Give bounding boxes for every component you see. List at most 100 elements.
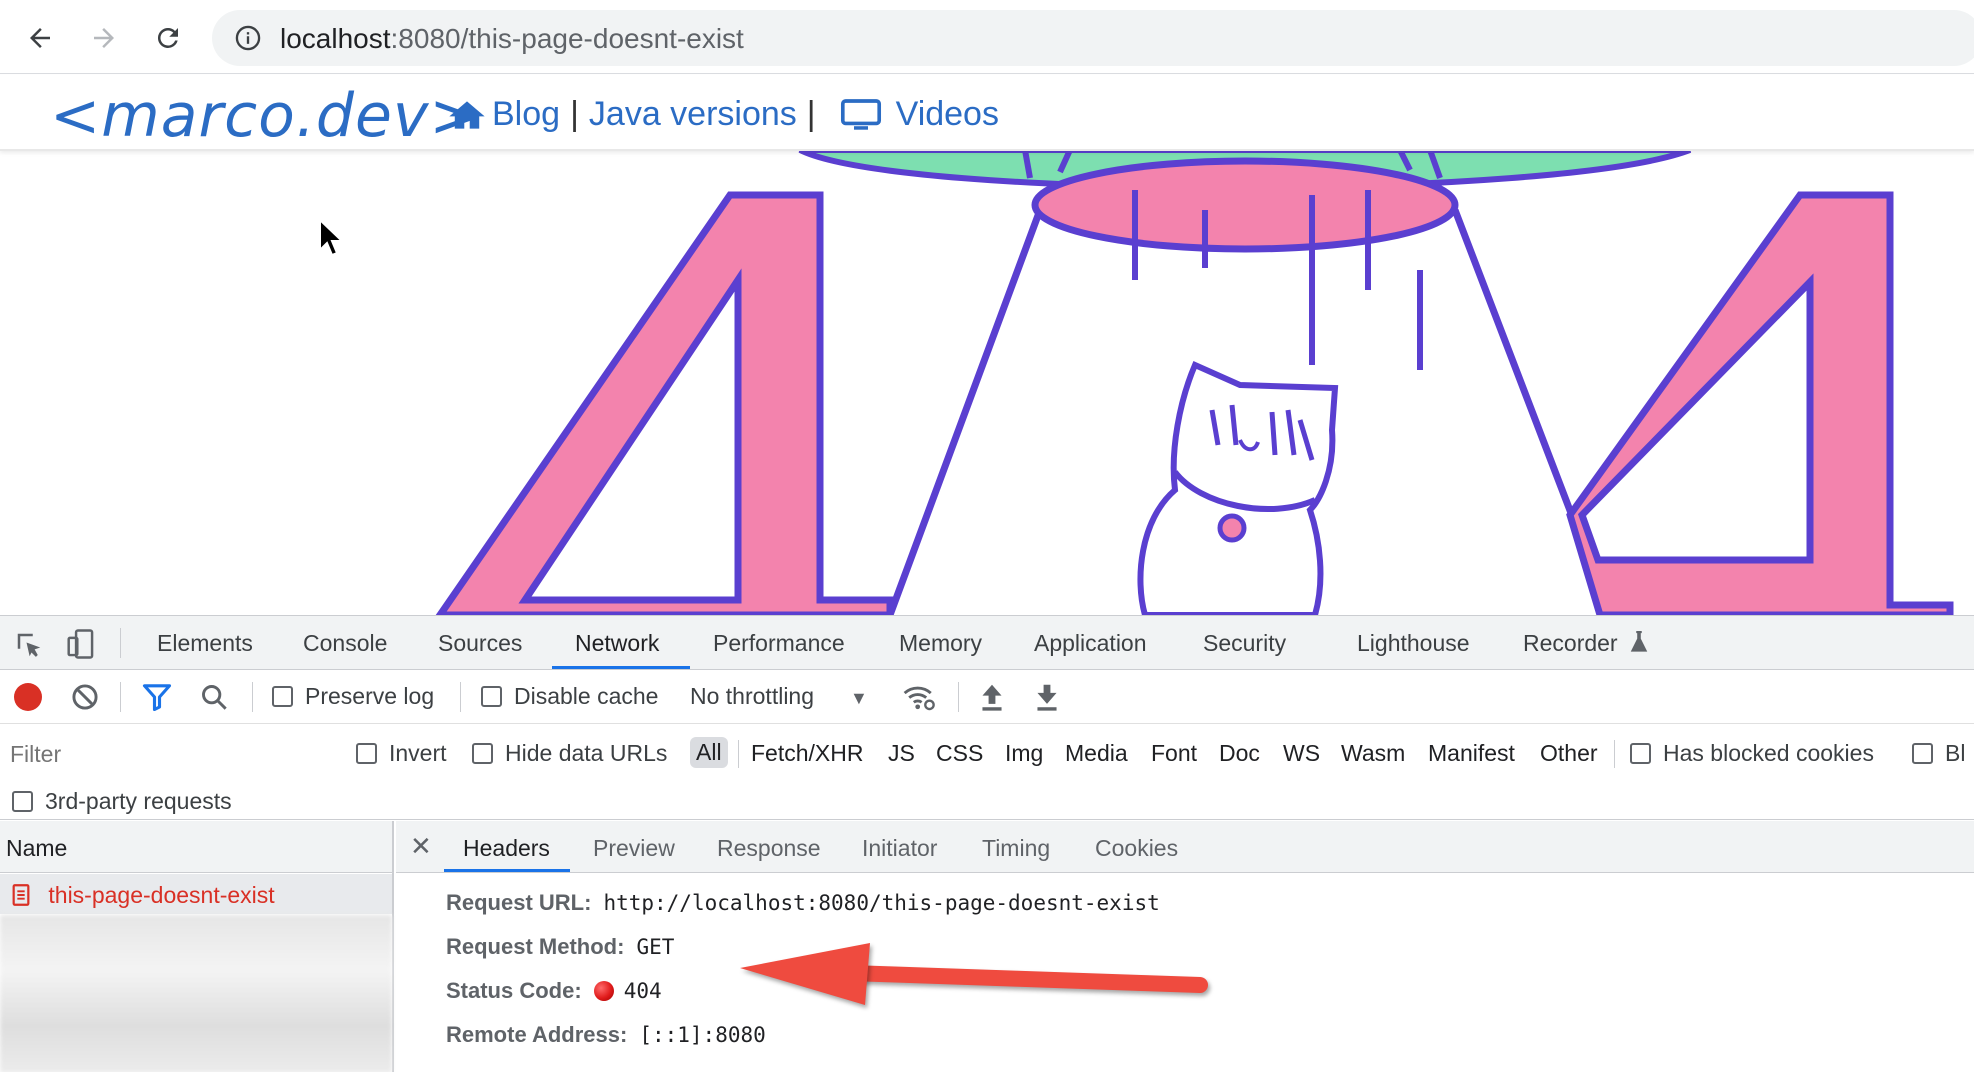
back-arrow-icon bbox=[30, 28, 50, 48]
request-method-value: GET bbox=[636, 935, 675, 959]
disable-cache-label: Disable cache bbox=[514, 683, 659, 709]
divider bbox=[738, 740, 739, 768]
filter-type-other[interactable]: Other bbox=[1540, 740, 1598, 767]
third-party-checkbox[interactable]: 3rd-party requests bbox=[12, 788, 232, 815]
status-error-icon bbox=[593, 981, 614, 1001]
inspect-element-icon[interactable] bbox=[14, 630, 44, 665]
filter-type-wasm[interactable]: Wasm bbox=[1341, 740, 1405, 767]
header-request-method: Request Method: GET bbox=[446, 934, 674, 960]
divider bbox=[958, 682, 959, 712]
tab-lighthouse[interactable]: Lighthouse bbox=[1357, 630, 1470, 657]
tab-recorder[interactable]: Recorder bbox=[1523, 630, 1648, 657]
nav-blog-label: Blog bbox=[492, 95, 561, 133]
tab-recorder-label: Recorder bbox=[1523, 630, 1618, 656]
nav-videos-link[interactable]: Videos bbox=[840, 95, 999, 134]
network-filter-bar: Invert Hide data URLs All Fetch/XHR JS C… bbox=[0, 724, 1974, 820]
tab-initiator[interactable]: Initiator bbox=[862, 835, 937, 862]
tab-timing[interactable]: Timing bbox=[982, 835, 1050, 862]
status-code-label: Status Code: bbox=[446, 978, 582, 1003]
address-bar[interactable]: localhost:8080/this-page-doesnt-exist bbox=[212, 10, 1974, 66]
monitor-icon bbox=[840, 98, 881, 130]
name-column-header[interactable]: Name bbox=[0, 821, 392, 873]
import-har-icon[interactable] bbox=[978, 682, 1006, 717]
throttling-select[interactable]: No throttling ▼ bbox=[690, 683, 868, 710]
error-404-illustration bbox=[0, 150, 1974, 615]
filter-type-img[interactable]: Img bbox=[1005, 740, 1043, 767]
divider bbox=[1614, 740, 1615, 768]
remote-address-value: [::1]:8080 bbox=[639, 1023, 766, 1047]
tab-sources[interactable]: Sources bbox=[438, 630, 522, 657]
filter-type-all[interactable]: All bbox=[690, 737, 728, 768]
header-request-url: Request URL: http://localhost:8080/this-… bbox=[446, 890, 1160, 916]
network-toolbar: Preserve log Disable cache No throttling… bbox=[0, 670, 1974, 724]
filter-type-doc[interactable]: Doc bbox=[1219, 740, 1260, 767]
tab-memory[interactable]: Memory bbox=[899, 630, 982, 657]
nav-java-versions-link[interactable]: Java versions bbox=[589, 95, 797, 134]
nav-separator: | bbox=[806, 95, 816, 133]
third-party-label: 3rd-party requests bbox=[45, 788, 232, 814]
has-blocked-cookies-checkbox[interactable]: Has blocked cookies bbox=[1630, 740, 1874, 767]
request-url-label: Request URL: bbox=[446, 890, 592, 915]
filter-type-js[interactable]: JS bbox=[888, 740, 915, 767]
back-button[interactable] bbox=[14, 12, 66, 64]
tab-elements[interactable]: Elements bbox=[157, 630, 253, 657]
tab-performance[interactable]: Performance bbox=[713, 630, 845, 657]
has-blocked-cookies-label: Has blocked cookies bbox=[1663, 740, 1874, 766]
flask-icon bbox=[1630, 631, 1648, 652]
hide-data-urls-checkbox[interactable]: Hide data URLs bbox=[472, 740, 667, 767]
invert-checkbox[interactable]: Invert bbox=[356, 740, 447, 767]
tab-preview[interactable]: Preview bbox=[593, 835, 675, 862]
tab-cookies[interactable]: Cookies bbox=[1095, 835, 1178, 862]
site-nav: Blog | Java versions | Videos bbox=[448, 95, 999, 134]
forward-button[interactable] bbox=[78, 12, 130, 64]
reload-icon bbox=[157, 27, 178, 48]
remote-address-label: Remote Address: bbox=[446, 1022, 628, 1047]
url-path: :8080/this-page-doesnt-exist bbox=[390, 23, 744, 54]
request-list: Name this-page-doesnt-exist bbox=[0, 821, 394, 1072]
record-button[interactable] bbox=[14, 683, 42, 711]
filter-type-manifest[interactable]: Manifest bbox=[1428, 740, 1515, 767]
filter-type-fetch-xhr[interactable]: Fetch/XHR bbox=[751, 740, 863, 767]
blocked-requests-checkbox[interactable]: Bl bbox=[1912, 740, 1965, 767]
preserve-log-checkbox[interactable]: Preserve log bbox=[272, 683, 434, 710]
request-url-value: http://localhost:8080/this-page-doesnt-e… bbox=[603, 891, 1160, 915]
home-icon bbox=[449, 100, 485, 129]
browser-toolbar: localhost:8080/this-page-doesnt-exist bbox=[0, 0, 1974, 74]
cat-drawing bbox=[1137, 361, 1339, 615]
request-row[interactable]: this-page-doesnt-exist bbox=[0, 874, 392, 914]
active-detail-tab-indicator bbox=[444, 869, 570, 872]
filter-type-font[interactable]: Font bbox=[1151, 740, 1197, 767]
site-info-icon[interactable] bbox=[234, 24, 262, 57]
filter-input[interactable] bbox=[4, 736, 330, 772]
site-logo[interactable]: <marco.dev> bbox=[50, 81, 481, 151]
filter-funnel-icon[interactable] bbox=[142, 683, 172, 716]
header-remote-address: Remote Address: [::1]:8080 bbox=[446, 1022, 766, 1048]
search-icon[interactable] bbox=[200, 683, 228, 716]
export-har-icon[interactable] bbox=[1033, 682, 1061, 717]
forward-arrow-icon bbox=[94, 28, 114, 48]
device-toolbar-icon[interactable] bbox=[66, 628, 96, 665]
chevron-down-icon: ▼ bbox=[850, 688, 868, 708]
header-status-code: Status Code: 404 bbox=[446, 978, 662, 1004]
tab-response[interactable]: Response bbox=[717, 835, 821, 862]
filter-type-ws[interactable]: WS bbox=[1283, 740, 1320, 767]
mouse-cursor-icon bbox=[319, 218, 344, 257]
filter-type-css[interactable]: CSS bbox=[936, 740, 983, 767]
filter-type-media[interactable]: Media bbox=[1065, 740, 1128, 767]
network-conditions-icon[interactable] bbox=[902, 682, 936, 717]
reload-button[interactable] bbox=[142, 12, 194, 64]
throttling-value: No throttling bbox=[690, 683, 815, 709]
tab-application[interactable]: Application bbox=[1034, 630, 1147, 657]
clear-icon[interactable] bbox=[71, 683, 99, 716]
tab-headers[interactable]: Headers bbox=[463, 835, 550, 862]
close-icon[interactable]: ✕ bbox=[410, 831, 432, 862]
tab-network[interactable]: Network bbox=[575, 630, 659, 657]
tab-console[interactable]: Console bbox=[303, 630, 387, 657]
status-code-value: 404 bbox=[623, 979, 662, 1003]
site-header: <marco.dev> Blog | Java versions | Video… bbox=[0, 75, 1974, 151]
nav-blog-link[interactable]: Blog bbox=[448, 95, 560, 134]
tab-security[interactable]: Security bbox=[1203, 630, 1286, 657]
disable-cache-checkbox[interactable]: Disable cache bbox=[481, 683, 658, 710]
request-name: this-page-doesnt-exist bbox=[48, 882, 275, 908]
url-host: localhost bbox=[280, 23, 391, 54]
